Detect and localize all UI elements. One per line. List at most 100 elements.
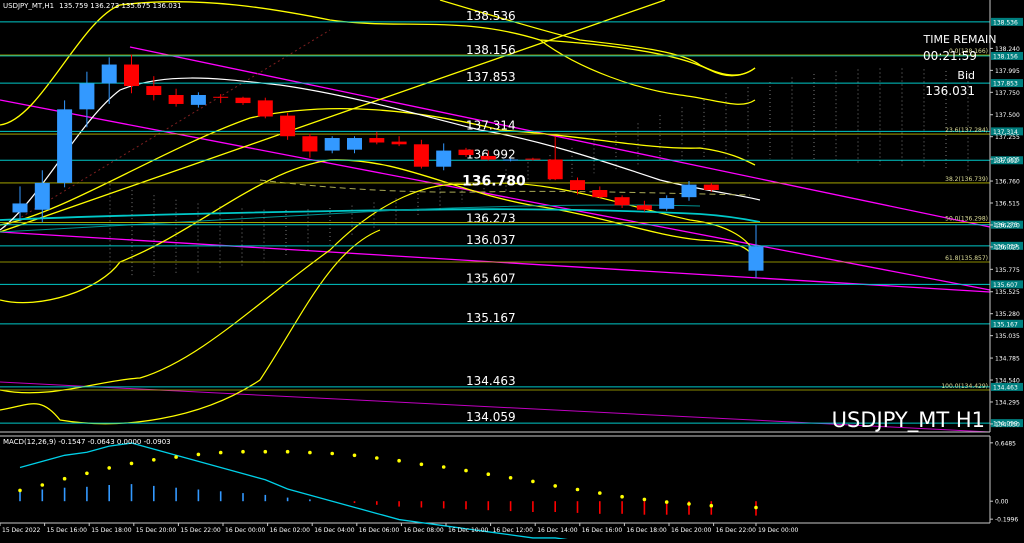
price-tick-label: 137.750: [995, 90, 1020, 97]
price-tick-label: 137.995: [995, 68, 1020, 75]
level-label: 136.273: [466, 212, 516, 226]
candle-bear: [391, 141, 407, 145]
price-tick-label: 137.500: [995, 112, 1020, 119]
macd-signal-dot: [352, 453, 357, 458]
candle-bull: [79, 83, 95, 110]
level-label: 137.853: [466, 70, 516, 84]
current-price-label: 136.780: [462, 173, 526, 189]
price-tick-label: 134.295: [995, 399, 1020, 406]
price-tick-label: 138.240: [995, 46, 1020, 53]
candle-bear: [480, 155, 496, 160]
macd-title: MACD(12,26,9) -0.1547 -0.0643 0.0000 -0.…: [3, 438, 171, 446]
macd-signal-dot: [553, 484, 557, 488]
candle-bear: [525, 158, 541, 160]
macd-signal-dot: [129, 461, 134, 466]
price-tick-label: 135.775: [995, 267, 1020, 274]
candle-bear: [168, 95, 184, 104]
time-tick-label: 16 Dec 12:00: [493, 527, 534, 534]
macd-signal-dot: [18, 488, 22, 493]
time-tick-label: 16 Dec 18:00: [626, 527, 667, 534]
time-tick-label: 15 Dec 22:00: [180, 527, 221, 534]
candle-bear: [124, 64, 139, 87]
macd-signal-dot: [441, 465, 446, 469]
macd-signal-dot: [62, 476, 67, 481]
candle-bear: [703, 184, 719, 191]
price-tick-label: 134.050: [995, 421, 1020, 428]
macd-signal-dot: [397, 458, 401, 463]
price-tick-label: 135.525: [995, 289, 1020, 296]
level-label: 135.607: [466, 271, 516, 285]
trading-chart-window[interactable]: 138.536 138.536 138.156 138.156 137.853 137.8…: [0, 0, 1024, 543]
price-tick-label: 137.005: [995, 157, 1020, 164]
macd-signal-dot: [486, 472, 491, 477]
time-tick-label: 16 Dec 14:00: [537, 527, 578, 534]
macd-signal-dot: [419, 462, 424, 467]
time-tick-label: 16 Dec 04:00: [314, 527, 355, 534]
price-tick-label: 136.270: [995, 222, 1020, 229]
macd-signal-dot: [263, 449, 268, 454]
candle-bull: [190, 95, 206, 105]
macd-signal-dot: [40, 483, 45, 487]
fib-label: 23.6(137.284): [945, 127, 988, 134]
macd-signal-dot: [107, 466, 111, 470]
time-remain-value: 00:21:59: [923, 49, 977, 63]
fib-label: 61.8(135.857): [945, 255, 988, 262]
time-remain-label: TIME REMAIN: [923, 33, 997, 46]
candle-bear: [458, 149, 474, 156]
candle-bear: [592, 190, 608, 198]
macd-signal-dot: [508, 476, 513, 480]
level-label: 135.167: [466, 311, 516, 325]
time-tick-label: 16 Dec 08:00: [403, 527, 444, 534]
candle-bull: [347, 138, 362, 150]
candle-bear: [547, 159, 563, 180]
time-tick-label: 16 Dec 06:00: [359, 527, 400, 534]
macd-signal-dot: [642, 497, 647, 502]
macd-signal-dot: [241, 449, 245, 454]
macd-signal-dot: [464, 468, 468, 473]
time-tick-label: 15 Dec 2022: [2, 527, 41, 534]
level-label: 136.037: [466, 233, 516, 247]
fib-label: 38.2(136.739): [945, 176, 988, 183]
time-tick-label: 16 Dec 02:00: [270, 527, 311, 534]
time-tick-label: 16 Dec 20:00: [671, 527, 712, 534]
candle-bear: [636, 205, 652, 210]
candle-bear: [614, 197, 630, 206]
price-tick-label: 134.785: [995, 356, 1020, 363]
time-tick-label: 15 Dec 20:00: [136, 527, 177, 534]
macd-signal-dot: [85, 471, 89, 476]
candle-bull: [748, 246, 764, 271]
candle-bull: [681, 184, 697, 198]
macd-tick-label: 0.00: [995, 499, 1009, 506]
price-tick-label: 135.035: [995, 333, 1020, 340]
time-tick-label: 15 Dec 16:00: [47, 527, 88, 534]
price-tick-label: 135.280: [995, 311, 1020, 318]
candle-bull: [436, 150, 452, 167]
macd-signal-dot: [754, 505, 758, 510]
macd-signal-dot: [330, 451, 335, 456]
macd-signal-dot: [709, 503, 714, 508]
macd-signal-dot: [598, 491, 602, 495]
macd-signal-dot: [620, 494, 624, 499]
time-tick-label: 16 Dec 16:00: [582, 527, 623, 534]
candle-bear: [235, 97, 251, 104]
price-tick-label: 136.760: [995, 179, 1020, 186]
candle-bull: [503, 159, 519, 161]
price-tick-label: 136.515: [995, 201, 1020, 208]
price-chart-svg[interactable]: 138.536 138.536138.156 138.156137.853 137.8…: [0, 0, 1024, 543]
candle-bull: [101, 64, 117, 84]
price-tick-label: 137.255: [995, 134, 1020, 141]
macd-signal-dot: [218, 450, 223, 455]
candle-bull: [324, 138, 340, 151]
candle-bear: [570, 180, 585, 191]
macd-tick-label: 0.6485: [995, 440, 1016, 447]
candle-bull: [12, 203, 28, 213]
time-tick-label: 19 Dec 00:00: [758, 527, 799, 534]
level-price-tag-text: 138.536: [993, 19, 1018, 26]
macd-signal-dot: [664, 500, 669, 504]
macd-signal-dot: [687, 502, 691, 506]
time-tick-label: 16 Dec 00:00: [225, 527, 266, 534]
macd-tick-label: -0.1996: [995, 517, 1018, 524]
macd-signal-dot: [196, 452, 201, 457]
fib-label: 50.0(136.298): [945, 215, 988, 222]
macd-signal-dot: [152, 458, 156, 462]
